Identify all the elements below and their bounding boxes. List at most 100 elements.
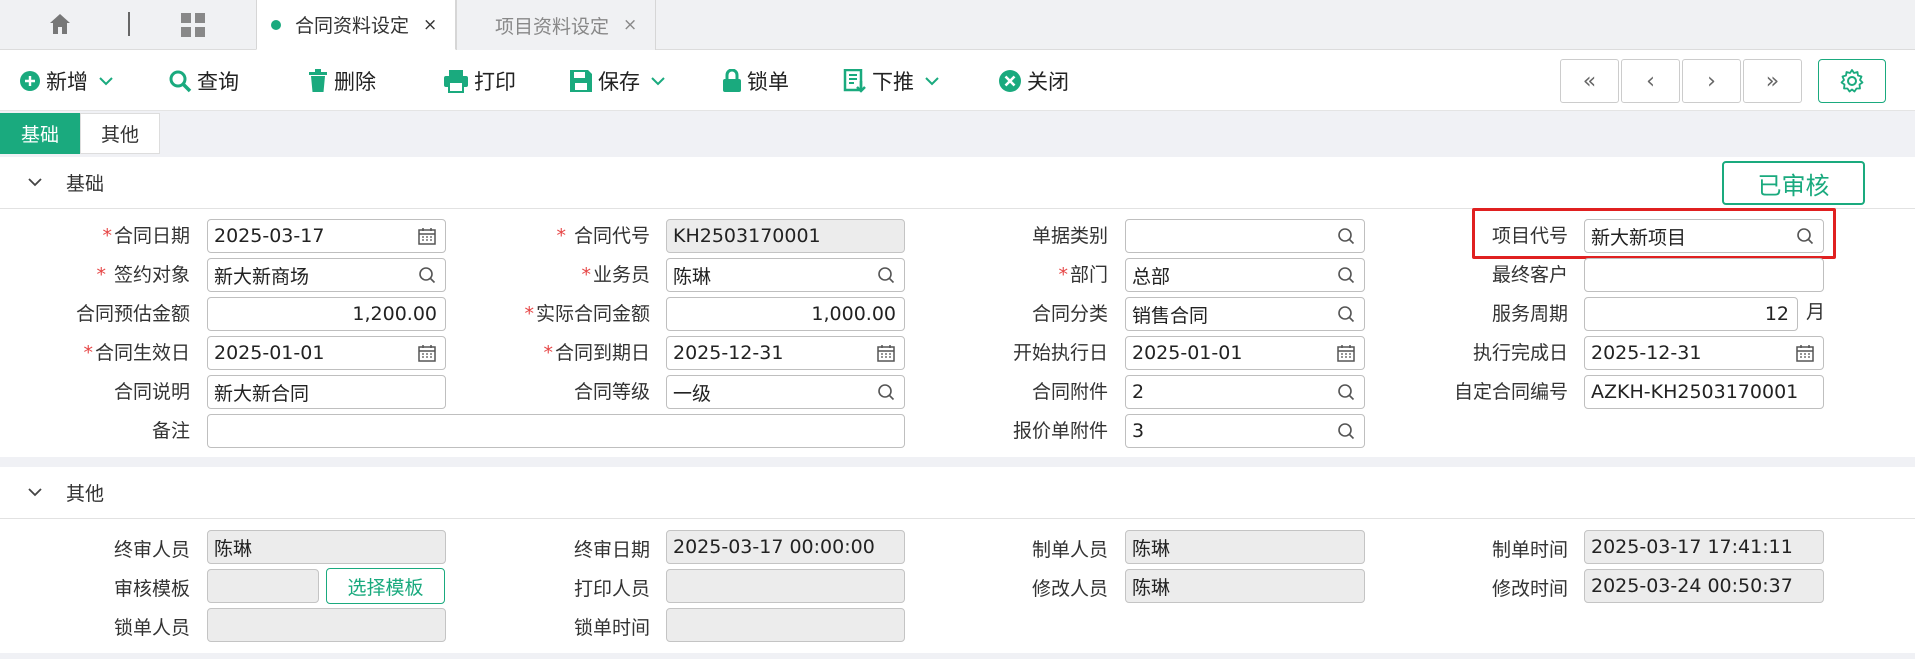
end-exec-field[interactable]: 2025-12-31 [1584,336,1824,370]
active-dot-icon [271,19,281,30]
tab-basic[interactable]: 基础 [0,113,80,154]
chevron-down-icon[interactable] [98,76,114,86]
first-record-button[interactable]: « [1560,59,1619,103]
effective-date-field[interactable]: 2025-01-01 [207,336,446,370]
search-icon[interactable] [1336,421,1356,441]
doc-type-field[interactable] [1125,219,1365,253]
close-button[interactable]: 关闭 [998,64,1069,98]
grade-label: 合同等级 [573,381,650,403]
trash-icon [309,69,327,92]
printer-icon [444,70,468,93]
chevron-down-icon[interactable] [650,76,666,86]
start-exec-label: 开始执行日 [1012,342,1108,364]
sign-target-label: * 签约对象 [96,264,190,286]
calendar-icon[interactable] [1336,343,1356,363]
close-icon[interactable]: × [423,15,437,35]
review-template-label: 审核模板 [113,578,190,600]
search-icon[interactable] [1336,265,1356,285]
tab-project-settings[interactable]: 项目资料设定 × [456,0,656,50]
next-record-button[interactable]: › [1682,59,1741,103]
service-period-field[interactable]: 12 [1584,297,1798,331]
save-button[interactable]: 保存 [569,64,671,98]
department-field[interactable]: 总部 [1125,258,1365,292]
search-icon[interactable] [1336,226,1356,246]
description-field[interactable]: 新大新合同 [207,375,446,409]
tab-separator [128,12,130,36]
tab-label: 项目资料设定 [495,15,610,38]
contract-date-field[interactable]: 2025-03-17 [207,219,446,253]
quote-attachment-label: 报价单附件 [1012,420,1108,442]
delete-label: 删除 [334,70,376,94]
close-icon[interactable]: × [623,15,637,35]
push-down-icon [843,69,866,93]
department-label: * 部门 [1058,264,1108,286]
grade-field[interactable]: 一级 [666,375,905,409]
prev-record-button[interactable]: ‹ [1621,59,1680,103]
tab-label: 合同资料设定 [295,15,410,37]
remark-field[interactable] [207,414,905,448]
basic-section-header[interactable]: 基础 [0,157,1915,209]
contract-date-label: * 合同日期 [102,225,190,247]
tab-other[interactable]: 其他 [80,113,160,154]
effective-date-label: * 合同生效日 [83,342,190,364]
locker-field [207,608,446,642]
custom-no-label: 自定合同编号 [1453,381,1568,403]
attachment-field[interactable]: 2 [1125,375,1365,409]
save-label: 保存 [598,70,640,94]
project-code-field[interactable]: 新大新项目 [1584,219,1824,253]
creator-label: 制单人员 [1031,539,1108,561]
expiry-date-label: * 合同到期日 [543,342,650,364]
start-exec-field[interactable]: 2025-01-01 [1125,336,1365,370]
section-title: 其他 [66,483,105,505]
settings-button[interactable] [1818,59,1886,103]
actual-amount-field[interactable]: 1,000.00 [666,297,905,331]
query-button[interactable]: 查询 [168,64,239,98]
search-icon[interactable] [876,265,896,285]
project-code-label: 项目代号 [1491,225,1568,247]
create-time-field: 2025-03-17 17:41:11 [1584,530,1824,564]
search-icon[interactable] [1336,382,1356,402]
other-section-header[interactable]: 其他 [0,467,1915,519]
grid-icon[interactable] [180,12,206,38]
description-label: 合同说明 [113,381,190,403]
lock-label: 锁单 [747,70,789,94]
search-icon[interactable] [1795,226,1815,246]
chevron-down-icon [28,488,42,497]
calendar-icon[interactable] [876,343,896,363]
salesperson-field[interactable]: 陈琳 [666,258,905,292]
printer-label: 打印人员 [573,578,650,600]
final-customer-field[interactable] [1584,258,1824,292]
lock-time-field [666,608,905,642]
search-icon[interactable] [1336,304,1356,324]
push-down-button[interactable]: 下推 [843,64,945,98]
final-reviewer-label: 终审人员 [113,539,190,561]
expiry-date-field[interactable]: 2025-12-31 [666,336,905,370]
calendar-icon[interactable] [417,343,437,363]
sign-target-field[interactable]: 新大新商场 [207,258,446,292]
chevron-down-icon[interactable] [924,76,940,86]
home-icon[interactable] [48,12,72,36]
tab-contract-settings[interactable]: 合同资料设定 × [256,0,456,50]
custom-no-field[interactable]: AZKH-KH2503170001 [1584,375,1824,409]
search-icon[interactable] [417,265,437,285]
select-template-button[interactable]: 选择模板 [326,568,445,604]
tab-bar: 合同资料设定 × 项目资料设定 × [0,0,1915,50]
calendar-icon[interactable] [1795,343,1815,363]
chevron-left-icon: ‹ [1646,68,1655,94]
final-reviewer-field: 陈琳 [207,530,446,564]
add-button[interactable]: 新增 [19,64,119,98]
last-record-button[interactable]: » [1743,59,1802,103]
quote-attachment-field[interactable]: 3 [1125,414,1365,448]
lock-button[interactable]: 锁单 [722,64,789,98]
category-label: 合同分类 [1031,303,1108,325]
delete-button[interactable]: 删除 [307,64,376,98]
toolbar: 新增 查询 删除 打印 保存 锁单 下推 关闭 « ‹ › » [0,50,1915,111]
salesperson-label: * 业务员 [581,264,650,286]
search-icon[interactable] [876,382,896,402]
est-amount-field[interactable]: 1,200.00 [207,297,446,331]
double-chevron-left-icon: « [1582,68,1597,94]
contract-no-field: KH2503170001 [666,219,905,253]
print-button[interactable]: 打印 [443,64,516,98]
calendar-icon[interactable] [417,226,437,246]
category-field[interactable]: 销售合同 [1125,297,1365,331]
